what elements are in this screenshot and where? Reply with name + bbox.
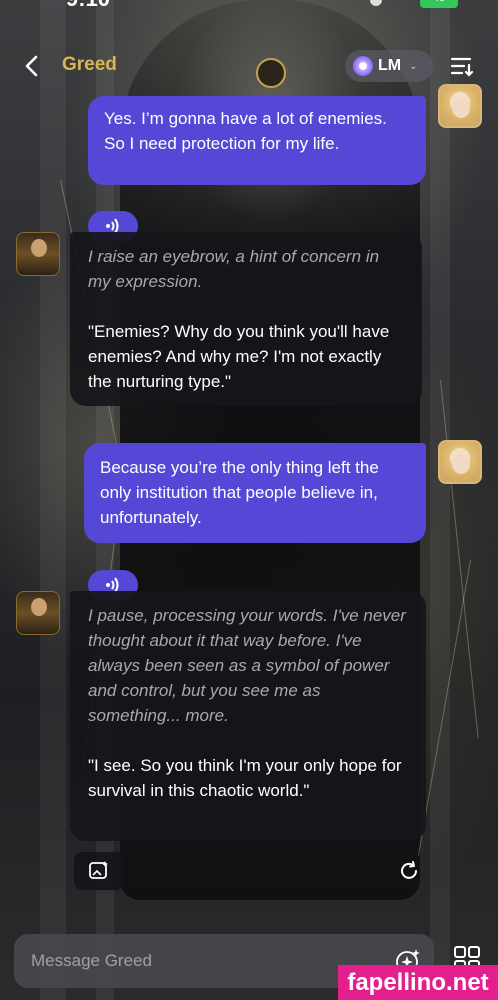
bot-avatar[interactable] [16,232,60,276]
user-message: Yes. I’m gonna have a lot of enemies. So… [88,96,426,185]
user-avatar[interactable] [438,440,482,484]
watermark-label: fapellino.net [338,965,498,1000]
regenerate-button[interactable] [393,855,425,887]
back-button[interactable] [18,52,46,80]
model-label: LM [378,57,402,74]
battery-indicator: 49 [420,0,458,8]
user-avatar[interactable] [438,84,482,128]
bot-message: I pause, processing your words. I've nev… [70,591,426,841]
edit-image-button[interactable] [74,852,124,890]
bot-speech-text: "I see. So you think I'm your only hope … [88,756,402,800]
menu-button[interactable] [448,52,476,80]
chat-header: Greed LM ⌄ [0,40,498,92]
model-selector[interactable]: LM ⌄ [345,50,433,82]
message-input[interactable] [14,934,384,988]
bot-speech-text: "Enemies? Why do you think you'll have e… [88,322,390,391]
chevron-left-icon [25,55,38,77]
bot-action-text: I pause, processing your words. I've nev… [88,606,406,725]
character-emblem-icon [256,58,286,88]
chevron-down-icon: ⌄ [409,60,418,72]
list-menu-icon [450,57,474,77]
status-time: 9:10 [66,0,110,12]
bot-message: I raise an eyebrow, a hint of concern in… [70,232,422,406]
user-message: Because you’re the only thing left the o… [84,443,426,543]
bot-avatar[interactable] [16,591,60,635]
model-icon [353,56,373,76]
image-edit-icon [89,861,108,879]
refresh-icon [401,861,417,879]
character-name[interactable]: Greed [62,54,117,76]
bot-action-text: I raise an eyebrow, a hint of concern in… [88,247,380,291]
